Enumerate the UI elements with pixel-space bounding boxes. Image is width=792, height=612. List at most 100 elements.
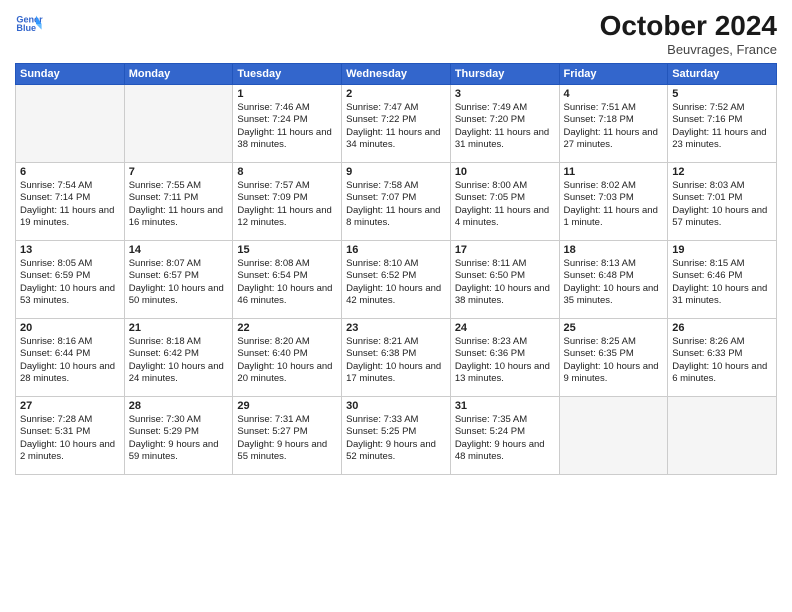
day-number: 13 xyxy=(20,244,120,256)
calendar-cell: 21Sunrise: 8:18 AMSunset: 6:42 PMDayligh… xyxy=(124,319,233,397)
day-number: 3 xyxy=(455,88,555,100)
sunset: Sunset: 6:44 PM xyxy=(20,348,120,360)
day-number: 30 xyxy=(346,400,446,412)
calendar-cell xyxy=(668,397,777,475)
calendar-cell: 16Sunrise: 8:10 AMSunset: 6:52 PMDayligh… xyxy=(342,241,451,319)
sunset: Sunset: 6:33 PM xyxy=(672,348,772,360)
title-area: October 2024 Beuvrages, France xyxy=(600,10,777,57)
day-number: 16 xyxy=(346,244,446,256)
sunset: Sunset: 5:29 PM xyxy=(129,426,229,438)
calendar-cell: 4Sunrise: 7:51 AMSunset: 7:18 PMDaylight… xyxy=(559,85,668,163)
calendar-cell: 11Sunrise: 8:02 AMSunset: 7:03 PMDayligh… xyxy=(559,163,668,241)
day-number: 1 xyxy=(237,88,337,100)
day-number: 27 xyxy=(20,400,120,412)
day-number: 15 xyxy=(237,244,337,256)
sunrise: Sunrise: 8:23 AM xyxy=(455,336,555,348)
calendar-cell: 14Sunrise: 8:07 AMSunset: 6:57 PMDayligh… xyxy=(124,241,233,319)
sunset: Sunset: 6:54 PM xyxy=(237,270,337,282)
daylight: Daylight: 11 hours and 34 minutes. xyxy=(346,127,446,152)
calendar-cell xyxy=(16,85,125,163)
sunset: Sunset: 5:31 PM xyxy=(20,426,120,438)
calendar-cell: 10Sunrise: 8:00 AMSunset: 7:05 PMDayligh… xyxy=(450,163,559,241)
calendar-cell: 23Sunrise: 8:21 AMSunset: 6:38 PMDayligh… xyxy=(342,319,451,397)
sunrise: Sunrise: 7:46 AM xyxy=(237,102,337,114)
sunset: Sunset: 6:35 PM xyxy=(564,348,664,360)
daylight: Daylight: 11 hours and 12 minutes. xyxy=(237,205,337,230)
sunset: Sunset: 7:20 PM xyxy=(455,114,555,126)
day-header-thursday: Thursday xyxy=(450,64,559,85)
sunset: Sunset: 7:05 PM xyxy=(455,192,555,204)
sunrise: Sunrise: 7:52 AM xyxy=(672,102,772,114)
sunrise: Sunrise: 8:10 AM xyxy=(346,258,446,270)
daylight: Daylight: 10 hours and 38 minutes. xyxy=(455,283,555,308)
sunrise: Sunrise: 8:08 AM xyxy=(237,258,337,270)
daylight: Daylight: 9 hours and 55 minutes. xyxy=(237,439,337,464)
sunrise: Sunrise: 7:54 AM xyxy=(20,180,120,192)
day-number: 22 xyxy=(237,322,337,334)
sunset: Sunset: 6:52 PM xyxy=(346,270,446,282)
daylight: Daylight: 11 hours and 19 minutes. xyxy=(20,205,120,230)
sunset: Sunset: 6:46 PM xyxy=(672,270,772,282)
sunset: Sunset: 6:50 PM xyxy=(455,270,555,282)
sunrise: Sunrise: 7:51 AM xyxy=(564,102,664,114)
day-header-tuesday: Tuesday xyxy=(233,64,342,85)
sunrise: Sunrise: 8:07 AM xyxy=(129,258,229,270)
daylight: Daylight: 11 hours and 31 minutes. xyxy=(455,127,555,152)
day-number: 19 xyxy=(672,244,772,256)
sunset: Sunset: 7:01 PM xyxy=(672,192,772,204)
day-number: 6 xyxy=(20,166,120,178)
daylight: Daylight: 10 hours and 28 minutes. xyxy=(20,361,120,386)
sunrise: Sunrise: 7:55 AM xyxy=(129,180,229,192)
sunset: Sunset: 6:57 PM xyxy=(129,270,229,282)
sunset: Sunset: 7:07 PM xyxy=(346,192,446,204)
day-number: 31 xyxy=(455,400,555,412)
sunrise: Sunrise: 8:25 AM xyxy=(564,336,664,348)
sunset: Sunset: 7:11 PM xyxy=(129,192,229,204)
sunrise: Sunrise: 8:03 AM xyxy=(672,180,772,192)
sunset: Sunset: 7:16 PM xyxy=(672,114,772,126)
daylight: Daylight: 11 hours and 16 minutes. xyxy=(129,205,229,230)
day-number: 20 xyxy=(20,322,120,334)
sunrise: Sunrise: 8:15 AM xyxy=(672,258,772,270)
daylight: Daylight: 9 hours and 48 minutes. xyxy=(455,439,555,464)
sunrise: Sunrise: 7:33 AM xyxy=(346,414,446,426)
daylight: Daylight: 10 hours and 6 minutes. xyxy=(672,361,772,386)
location: Beuvrages, France xyxy=(600,42,777,57)
day-number: 2 xyxy=(346,88,446,100)
daylight: Daylight: 11 hours and 1 minute. xyxy=(564,205,664,230)
daylight: Daylight: 10 hours and 20 minutes. xyxy=(237,361,337,386)
day-number: 9 xyxy=(346,166,446,178)
calendar-cell: 25 Sunrise: 8:25 AMSunset: 6:35 PMDayligh… xyxy=(559,319,668,397)
calendar-cell xyxy=(124,85,233,163)
sunrise: Sunrise: 8:16 AM xyxy=(20,336,120,348)
daylight: Daylight: 11 hours and 8 minutes. xyxy=(346,205,446,230)
calendar-cell: 7 Sunrise: 7:55 AMSunset: 7:11 PMDaylight… xyxy=(124,163,233,241)
calendar-cell: 31 Sunrise: 7:35 AMSunset: 5:24 PMDayligh… xyxy=(450,397,559,475)
day-number: 28 xyxy=(129,400,229,412)
sunset: Sunset: 7:03 PM xyxy=(564,192,664,204)
day-number: 14 xyxy=(129,244,229,256)
sunset: Sunset: 6:38 PM xyxy=(346,348,446,360)
calendar-cell: 19Sunrise: 8:15 AMSunset: 6:46 PMDayligh… xyxy=(668,241,777,319)
calendar-cell: 17Sunrise: 8:11 AMSunset: 6:50 PMDayligh… xyxy=(450,241,559,319)
calendar-cell: 13Sunrise: 8:05 AMSunset: 6:59 PMDayligh… xyxy=(16,241,125,319)
svg-text:Blue: Blue xyxy=(16,23,36,33)
daylight: Daylight: 10 hours and 9 minutes. xyxy=(564,361,664,386)
sunrise: Sunrise: 8:20 AM xyxy=(237,336,337,348)
sunset: Sunset: 5:24 PM xyxy=(455,426,555,438)
sunset: Sunset: 6:48 PM xyxy=(564,270,664,282)
day-number: 29 xyxy=(237,400,337,412)
sunset: Sunset: 6:59 PM xyxy=(20,270,120,282)
day-header-monday: Monday xyxy=(124,64,233,85)
sunrise: Sunrise: 7:35 AM xyxy=(455,414,555,426)
calendar-cell: 18Sunrise: 8:13 AMSunset: 6:48 PMDayligh… xyxy=(559,241,668,319)
calendar-cell: 28Sunrise: 7:30 AMSunset: 5:29 PMDayligh… xyxy=(124,397,233,475)
day-number: 8 xyxy=(237,166,337,178)
calendar-cell: 1Sunrise: 7:46 AMSunset: 7:24 PMDaylight… xyxy=(233,85,342,163)
day-number: 7 xyxy=(129,166,229,178)
daylight: Daylight: 11 hours and 23 minutes. xyxy=(672,127,772,152)
daylight: Daylight: 9 hours and 52 minutes. xyxy=(346,439,446,464)
day-number: 25 xyxy=(564,322,664,334)
calendar-cell: 8Sunrise: 7:57 AMSunset: 7:09 PMDaylight… xyxy=(233,163,342,241)
sunset: Sunset: 7:14 PM xyxy=(20,192,120,204)
